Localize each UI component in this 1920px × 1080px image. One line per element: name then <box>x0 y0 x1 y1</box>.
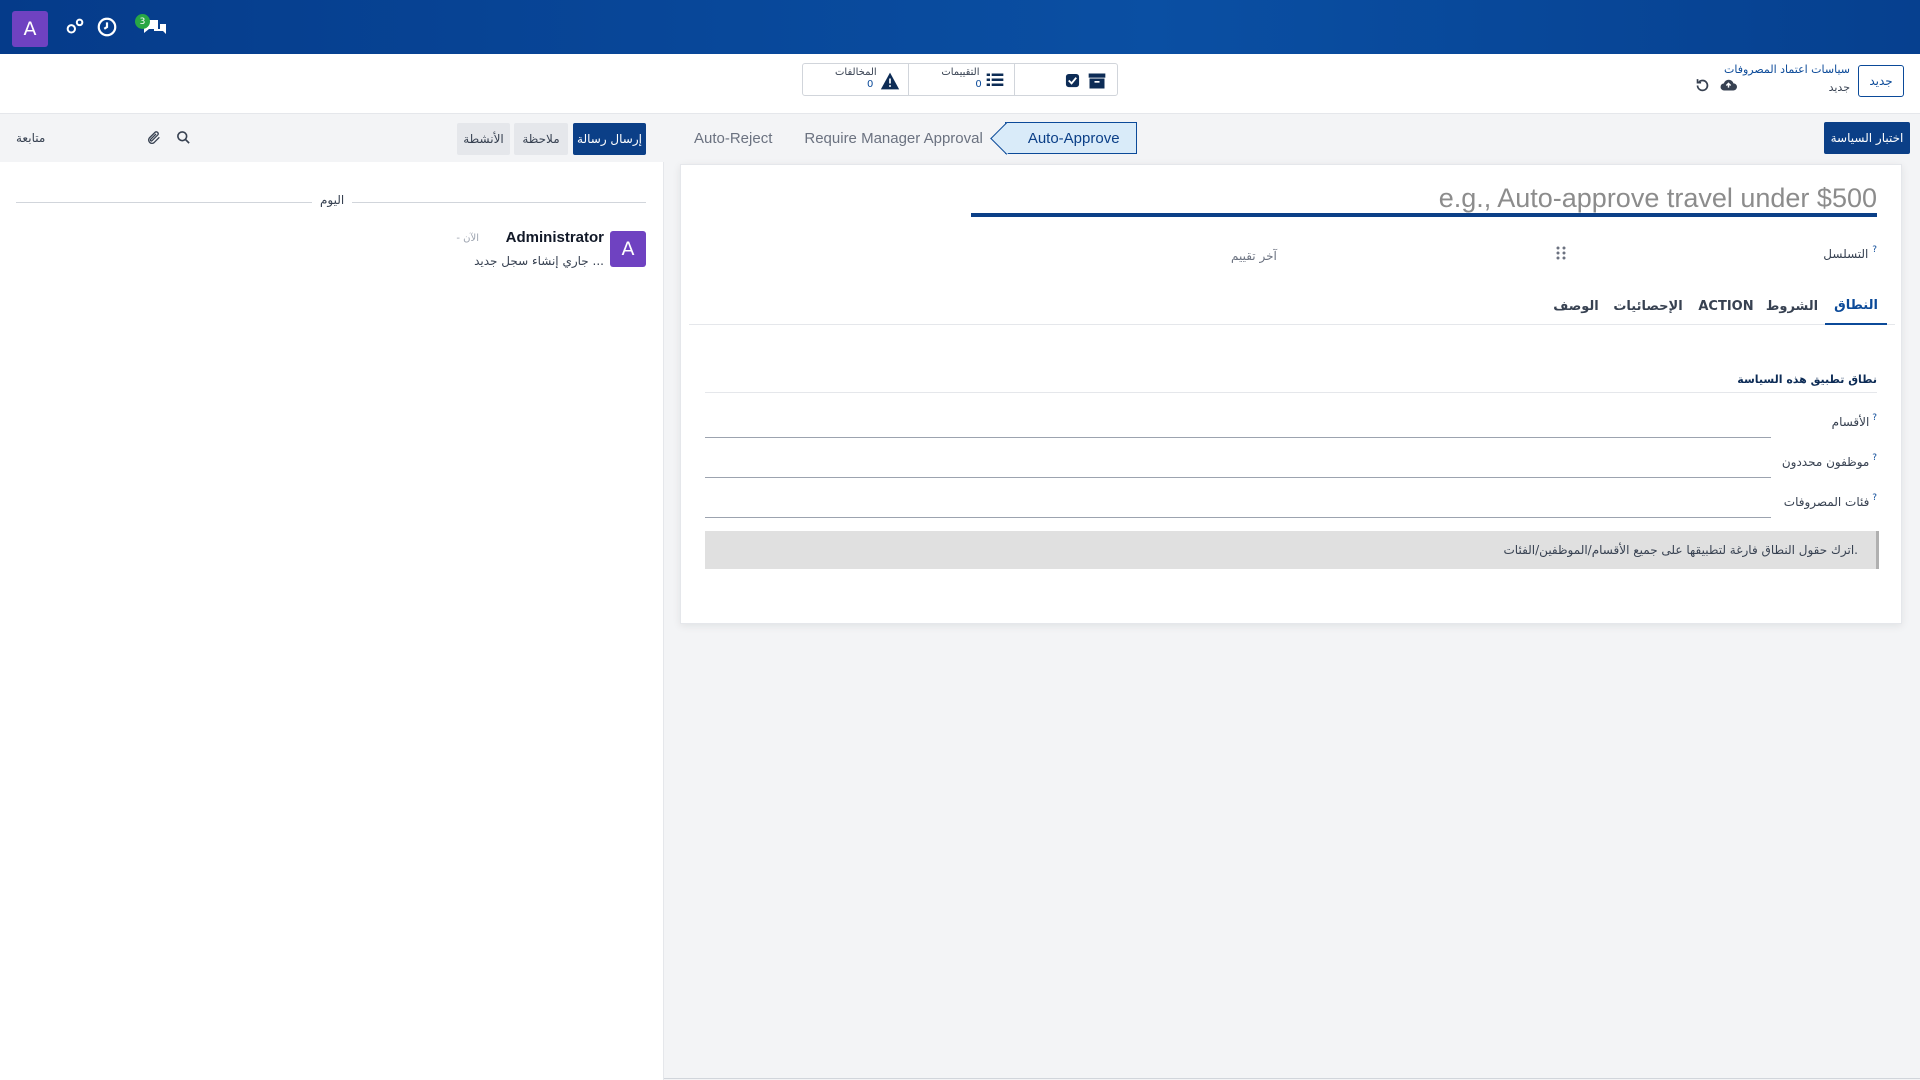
scope-hint: اترك حقول النطاق فارغة لتطبيقها على جميع… <box>705 531 1879 569</box>
top-navbar: A 3 <box>0 0 1920 54</box>
test-policy-button[interactable]: اختبار السياسة <box>1824 122 1910 154</box>
new-button[interactable]: جديد <box>1858 65 1904 97</box>
violations-smart-button[interactable]: المخالفات 0 <box>803 64 908 95</box>
scope-group-title: نطاق تطبيق هذه السياسة <box>1737 373 1877 386</box>
tab-conditions[interactable]: الشروط <box>1765 287 1819 325</box>
chatter-toolbar: إرسال رسالة ملاحظة الأنشطة متابعة <box>0 114 664 162</box>
form-sheet: e.g., Auto-approve travel under $500 الت… <box>680 164 1902 624</box>
tab-statistics[interactable]: الإحصائيات <box>1609 287 1687 325</box>
send-message-button[interactable]: إرسال رسالة <box>573 123 646 155</box>
archive-smart-button[interactable] <box>1013 64 1117 95</box>
date-label: اليوم <box>312 193 353 207</box>
expense-categories-input[interactable] <box>705 517 1771 518</box>
form-tabs: النطاق الشروط ACTION الإحصائيات الوصف <box>689 287 1895 325</box>
help-icon: ? <box>1869 493 1877 503</box>
list-icon <box>985 71 1005 91</box>
tab-description[interactable]: الوصف <box>1549 287 1603 325</box>
settings-cogs-icon[interactable] <box>64 16 86 38</box>
message-body: جاري إنشاء سجل جديد ... <box>474 254 604 268</box>
tab-action[interactable]: ACTION <box>1693 287 1759 325</box>
status-auto-approve[interactable]: Auto-Approve <box>1004 122 1137 154</box>
control-panel: جديد سياسات اعتماد المصروفات جديد المخال… <box>0 54 1920 114</box>
attachment-icon[interactable] <box>146 130 162 146</box>
help-icon: ? <box>1872 245 1877 255</box>
help-icon: ? <box>1869 413 1877 423</box>
archive-icon <box>1087 71 1107 91</box>
breadcrumb-current: جديد <box>1828 81 1850 94</box>
message-time: - الآن <box>456 233 479 244</box>
activities-button[interactable]: الأنشطة <box>457 123 510 155</box>
status-require-manager-approval[interactable]: Require Manager Approval <box>788 122 998 154</box>
departments-label: الأقسام ? <box>1831 413 1877 429</box>
drag-handle-icon[interactable] <box>1554 245 1568 261</box>
user-avatar[interactable]: A <box>12 11 48 47</box>
departments-input[interactable] <box>705 437 1771 438</box>
employees-input[interactable] <box>705 477 1771 478</box>
clock-icon[interactable] <box>96 16 118 38</box>
checkbox-icon <box>1065 73 1080 88</box>
chatter-panel: إرسال رسالة ملاحظة الأنشطة متابعة اليوم … <box>0 114 664 1080</box>
warning-icon <box>880 71 900 91</box>
smart-buttons: المخالفات 0 التقييمات 0 <box>802 63 1118 96</box>
follow-button[interactable]: متابعة <box>16 131 45 145</box>
expense-categories-label: فئات المصروفات ? <box>1783 493 1877 509</box>
group-divider <box>705 392 1877 393</box>
breadcrumb-parent[interactable]: سياسات اعتماد المصروفات <box>1724 63 1850 76</box>
evaluations-smart-button[interactable]: التقييمات 0 <box>908 64 1013 95</box>
last-evaluated-label: آخر تقييم <box>1231 249 1277 263</box>
status-auto-reject[interactable]: Auto-Reject <box>678 122 788 154</box>
tab-scope[interactable]: النطاق <box>1825 287 1887 325</box>
message-avatar[interactable]: A <box>610 231 646 267</box>
message-author[interactable]: Administrator <box>506 229 604 246</box>
employees-label: موظفون محددون ? <box>1781 453 1877 469</box>
policy-name-input[interactable]: e.g., Auto-approve travel under $500 <box>971 183 1877 217</box>
help-icon: ? <box>1869 453 1877 463</box>
save-cloud-icon[interactable] <box>1720 77 1737 94</box>
sequence-label: التسلسل ? <box>1823 245 1877 261</box>
bottom-divider <box>664 1078 1920 1079</box>
discard-icon[interactable] <box>1694 77 1711 94</box>
chat-badge: 3 <box>135 14 150 29</box>
log-note-button[interactable]: ملاحظة <box>514 123 568 155</box>
search-icon[interactable] <box>176 130 191 145</box>
status-bar: Auto-Reject Require Manager Approval Aut… <box>678 122 1137 154</box>
form-area: اختبار السياسة Auto-Reject Require Manag… <box>664 114 1920 1080</box>
